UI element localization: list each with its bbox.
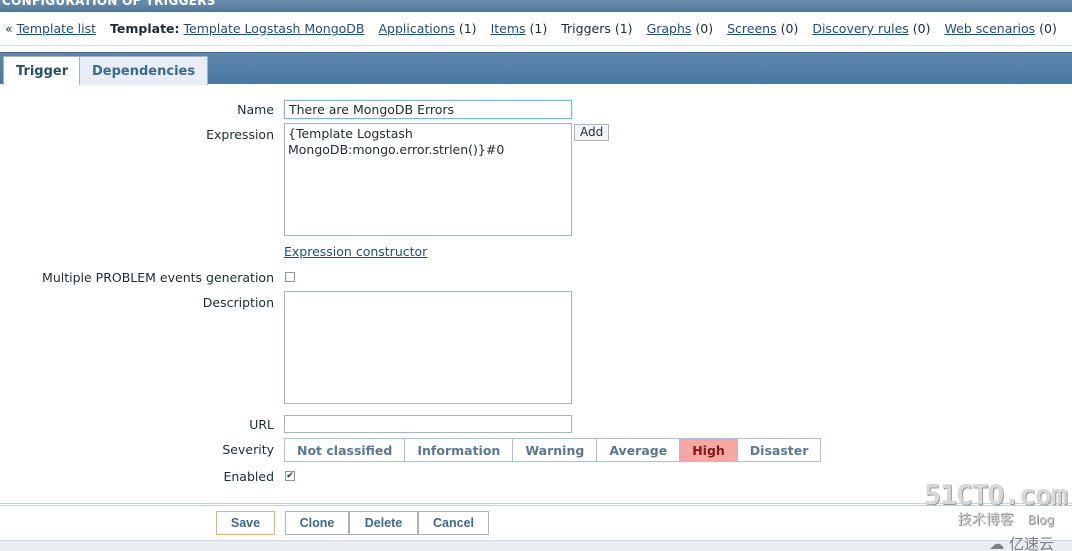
- name-label: Name: [237, 102, 274, 117]
- nav-screens[interactable]: Screens (0): [727, 21, 798, 36]
- tab-dependencies[interactable]: Dependencies: [79, 56, 209, 85]
- nav-discovery-rules[interactable]: Discovery rules (0): [812, 21, 930, 36]
- severity-average[interactable]: Average: [597, 438, 681, 462]
- footer-bar: [0, 540, 1072, 551]
- nav-triggers: Triggers (1): [561, 21, 632, 36]
- footer-divider: [0, 503, 1072, 506]
- nav-graphs-count: (0): [695, 21, 714, 36]
- page-title: CONFIGURATION OF TRIGGERS: [2, 0, 216, 8]
- expression-label: Expression: [206, 127, 274, 142]
- nav-applications-link[interactable]: Applications: [379, 21, 455, 36]
- tab-bar: Trigger Dependencies: [0, 52, 1072, 85]
- template-name-link[interactable]: Template Logstash MongoDB: [184, 21, 365, 36]
- tab-trigger[interactable]: Trigger: [3, 56, 82, 85]
- nav-screens-link[interactable]: Screens: [727, 21, 777, 36]
- nav-web-scenarios-link[interactable]: Web scenarios: [945, 21, 1036, 36]
- watermark-blog: Blog: [1027, 513, 1054, 527]
- add-expression-button[interactable]: Add: [574, 124, 610, 141]
- nav-web-scenarios[interactable]: Web scenarios (0): [945, 21, 1057, 36]
- breadcrumb: « Template list Template: Template Logst…: [0, 12, 1072, 46]
- nav-web-scenarios-count: (0): [1039, 21, 1057, 36]
- description-textarea[interactable]: [284, 291, 572, 404]
- watermark: 51CTO.com 技术博客 Blog ☁ 亿速云: [924, 478, 1068, 551]
- severity-disaster[interactable]: Disaster: [737, 438, 822, 462]
- enabled-checkbox[interactable]: ✔: [285, 471, 295, 481]
- nav-triggers-label: Triggers: [561, 21, 611, 36]
- nav-discovery-rules-count: (0): [912, 21, 931, 36]
- nav-screens-count: (0): [780, 21, 799, 36]
- multiple-problem-label: Multiple PROBLEM events generation: [42, 270, 274, 285]
- clone-button[interactable]: Clone: [285, 511, 349, 535]
- nav-graphs[interactable]: Graphs (0): [647, 21, 714, 36]
- nav-triggers-count: (1): [614, 21, 633, 36]
- watermark-51cto: 51CTO.com: [924, 478, 1068, 511]
- severity-label: Severity: [222, 442, 274, 457]
- nav-graphs-link[interactable]: Graphs: [647, 21, 692, 36]
- checkmark-icon: ✔: [286, 471, 294, 481]
- url-input[interactable]: [284, 415, 572, 433]
- severity-warning[interactable]: Warning: [513, 438, 598, 462]
- delete-button[interactable]: Delete: [349, 511, 418, 535]
- watermark-blog-line: 技术博客 Blog: [924, 509, 1054, 529]
- severity-selector: Not classified Information Warning Avera…: [284, 438, 822, 462]
- expression-textarea[interactable]: {Template Logstash MongoDB:mongo.error.s…: [284, 123, 572, 236]
- laquo-icon: «: [5, 21, 13, 36]
- cancel-button[interactable]: Cancel: [418, 511, 489, 535]
- expression-constructor-link[interactable]: Expression constructor: [284, 244, 427, 259]
- enabled-label: Enabled: [223, 469, 274, 484]
- watermark-yisuyun: ☁ 亿速云: [924, 533, 1054, 551]
- template-list-link[interactable]: Template list: [17, 21, 96, 36]
- multiple-problem-checkbox[interactable]: [285, 272, 295, 282]
- url-label: URL: [249, 417, 274, 432]
- name-input[interactable]: [284, 100, 572, 119]
- page-header: CONFIGURATION OF TRIGGERS: [0, 0, 1072, 12]
- nav-items[interactable]: Items (1): [491, 21, 548, 36]
- nav-items-count: (1): [529, 21, 548, 36]
- severity-high[interactable]: High: [680, 438, 738, 462]
- severity-not-classified[interactable]: Not classified: [284, 438, 406, 462]
- nav-discovery-rules-link[interactable]: Discovery rules: [812, 21, 908, 36]
- description-label: Description: [202, 295, 274, 310]
- nav-applications[interactable]: Applications (1): [379, 21, 477, 36]
- severity-information[interactable]: Information: [405, 438, 514, 462]
- template-prefix: Template:: [110, 21, 180, 36]
- nav-items-link[interactable]: Items: [491, 21, 526, 36]
- watermark-yisuyun-text: 亿速云: [1008, 535, 1054, 551]
- watermark-tech-blog: 技术博客: [957, 512, 1014, 528]
- cloud-icon: ☁: [989, 535, 1005, 551]
- save-button[interactable]: Save: [216, 511, 275, 535]
- nav-applications-count: (1): [458, 21, 477, 36]
